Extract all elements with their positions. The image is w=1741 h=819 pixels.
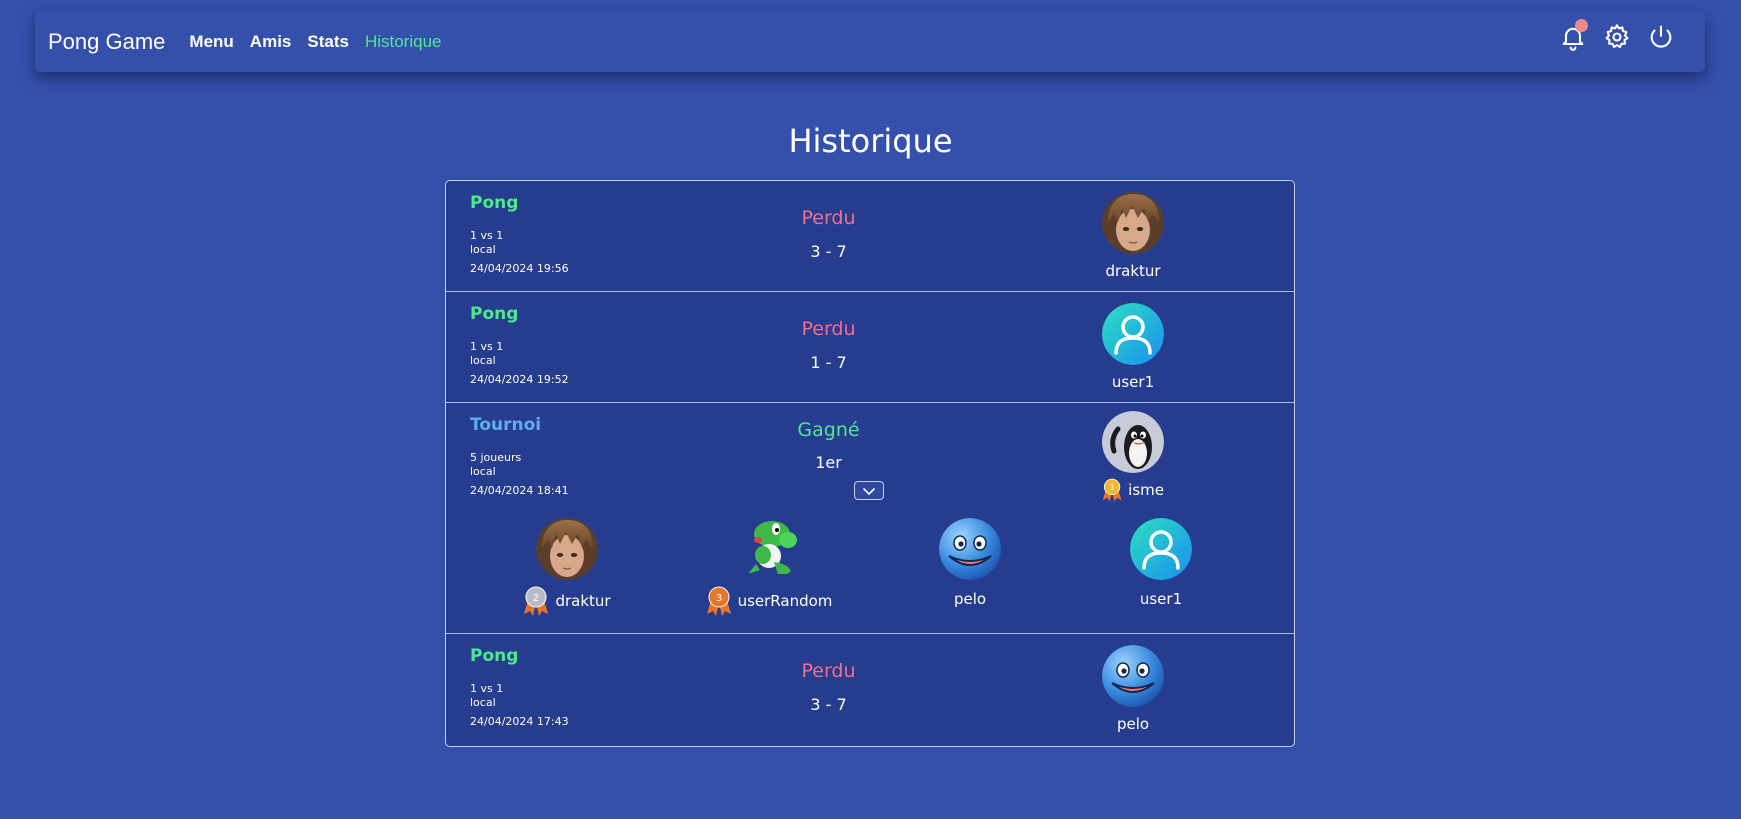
notification-dot [1575, 19, 1588, 32]
page-title: Historique [788, 122, 953, 160]
ranking-item[interactable]: 2 draktur [522, 518, 612, 616]
match-mode: 1 vs 1 [470, 682, 504, 695]
top-navbar: Pong Game Menu Amis Stats Historique [35, 11, 1705, 72]
default-user-avatar [1102, 303, 1164, 365]
gold-medal-icon: 1 [1102, 475, 1122, 505]
match-location: local [470, 354, 496, 367]
nav-link-menu[interactable]: Menu [189, 32, 233, 52]
match-history-list: Pong 1 vs 1 local 24/04/2024 19:56 Perdu… [445, 180, 1295, 747]
opponent[interactable]: pelo [1102, 645, 1164, 733]
yoshi-avatar [738, 518, 800, 580]
navbar-icons [1559, 19, 1675, 51]
nav-link-stats[interactable]: Stats [307, 32, 349, 52]
match-placement: 1er [815, 453, 842, 472]
nav-link-historique[interactable]: Historique [365, 32, 442, 52]
match-row: Pong 1 vs 1 local 24/04/2024 19:56 Perdu… [446, 181, 1294, 292]
player-name: pelo [953, 590, 987, 608]
opponent-name: pelo [1116, 715, 1150, 733]
match-date: 24/04/2024 18:41 [470, 484, 569, 497]
power-icon[interactable] [1647, 23, 1675, 51]
match-type: Pong [470, 193, 519, 213]
tournament-winner[interactable]: 1 isme [1102, 411, 1164, 505]
match-score: 3 - 7 [810, 695, 847, 714]
match-type: Pong [470, 646, 519, 666]
match-info: 1 vs 1 local [470, 229, 503, 257]
match-mode: 1 vs 1 [470, 340, 504, 353]
svg-text:3: 3 [715, 593, 721, 604]
match-mode: 5 joueurs [470, 451, 522, 464]
opponent-name: draktur [1105, 262, 1161, 280]
ranking-item[interactable]: pelo [925, 518, 1015, 608]
match-info: 5 joueurs local [470, 451, 521, 479]
match-row: Pong 1 vs 1 local 24/04/2024 17:43 Perdu… [446, 634, 1294, 745]
match-score: 1 - 7 [810, 353, 847, 372]
chevron-down-icon [863, 487, 875, 495]
match-location: local [470, 243, 496, 256]
silver-medal-icon: 2 [523, 586, 549, 616]
blue-slime-avatar [939, 518, 1001, 580]
match-score: 3 - 7 [810, 242, 847, 261]
tournament-row: Tournoi 5 joueurs local 24/04/2024 18:41… [446, 403, 1294, 634]
player-name: user1 [1139, 590, 1183, 608]
draktur-avatar [536, 518, 598, 580]
bell-icon[interactable] [1559, 19, 1588, 51]
match-type: Tournoi [470, 415, 542, 435]
match-mode: 1 vs 1 [470, 229, 504, 242]
opponent[interactable]: user1 [1102, 303, 1164, 391]
ranking-item[interactable]: user1 [1116, 518, 1206, 608]
penguin-avatar [1102, 411, 1164, 473]
match-result: Gagné [797, 419, 860, 441]
match-info: 1 vs 1 local [470, 682, 503, 710]
match-date: 24/04/2024 17:43 [470, 715, 569, 728]
match-info: 1 vs 1 local [470, 340, 503, 368]
match-row: Pong 1 vs 1 local 24/04/2024 19:52 Perdu… [446, 292, 1294, 403]
match-location: local [470, 465, 496, 478]
match-result: Perdu [801, 318, 856, 340]
opponent-name: user1 [1111, 373, 1155, 391]
svg-text:2: 2 [533, 593, 539, 604]
bronze-medal-icon: 3 [706, 586, 732, 616]
opponent[interactable]: draktur [1102, 192, 1164, 280]
gear-icon[interactable] [1603, 23, 1631, 51]
ranking-item[interactable]: 3 userRandom [704, 518, 834, 616]
nav-link-amis[interactable]: Amis [250, 32, 292, 52]
winner-name: isme [1128, 481, 1164, 499]
blue-slime-avatar [1102, 645, 1164, 707]
match-location: local [470, 696, 496, 709]
match-result: Perdu [801, 207, 856, 229]
svg-text:1: 1 [1110, 483, 1115, 492]
draktur-avatar [1102, 192, 1164, 254]
tournament-ranking: 2 draktur 3 userRandom pelo user1 [446, 518, 1294, 618]
expand-button[interactable] [854, 481, 884, 500]
match-date: 24/04/2024 19:56 [470, 262, 569, 275]
match-result: Perdu [801, 660, 856, 682]
default-user-avatar [1130, 518, 1192, 580]
match-type: Pong [470, 304, 519, 324]
player-name: userRandom [737, 592, 833, 610]
player-name: draktur [555, 592, 611, 610]
match-date: 24/04/2024 19:52 [470, 373, 569, 386]
brand-title[interactable]: Pong Game [48, 29, 165, 55]
